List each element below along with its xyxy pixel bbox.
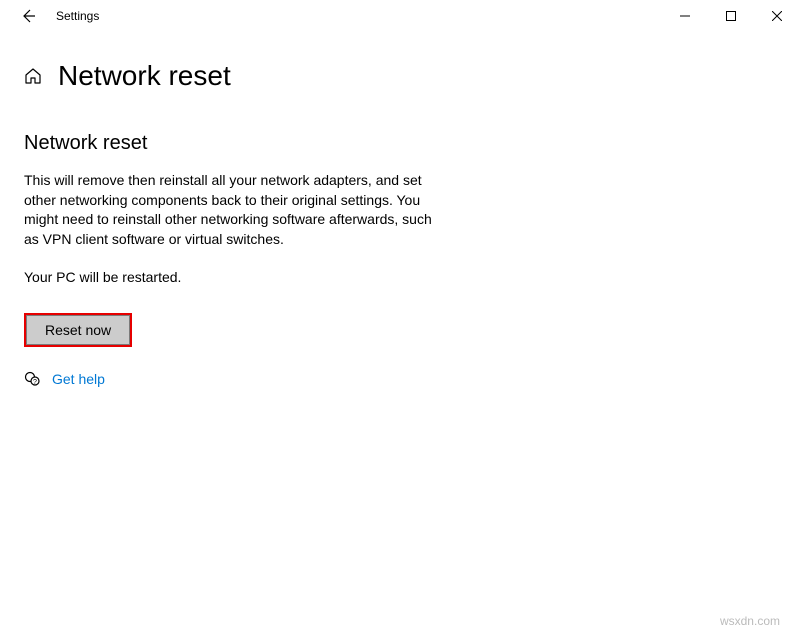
minimize-button[interactable] [662, 0, 708, 32]
content-area: Network reset This will remove then rein… [0, 92, 440, 387]
reset-button-highlight: Reset now [24, 313, 132, 347]
restart-note: Your PC will be restarted. [24, 269, 440, 285]
maximize-button[interactable] [708, 0, 754, 32]
close-button[interactable] [754, 0, 800, 32]
window-title: Settings [56, 9, 99, 23]
help-row: ? Get help [24, 371, 440, 387]
home-icon[interactable] [24, 67, 42, 85]
page-header: Network reset [0, 32, 800, 92]
get-help-link[interactable]: Get help [52, 371, 105, 387]
titlebar: Settings [0, 0, 800, 32]
page-title: Network reset [58, 60, 231, 92]
watermark: wsxdn.com [720, 614, 780, 628]
window-controls [662, 0, 800, 32]
help-icon: ? [24, 371, 40, 387]
maximize-icon [726, 11, 736, 21]
svg-text:?: ? [33, 379, 37, 386]
section-title: Network reset [24, 132, 440, 155]
back-arrow-icon [20, 8, 36, 24]
description-text: This will remove then reinstall all your… [24, 171, 440, 249]
reset-now-button[interactable]: Reset now [26, 315, 130, 345]
minimize-icon [680, 11, 690, 21]
close-icon [772, 11, 782, 21]
back-button[interactable] [8, 0, 48, 32]
